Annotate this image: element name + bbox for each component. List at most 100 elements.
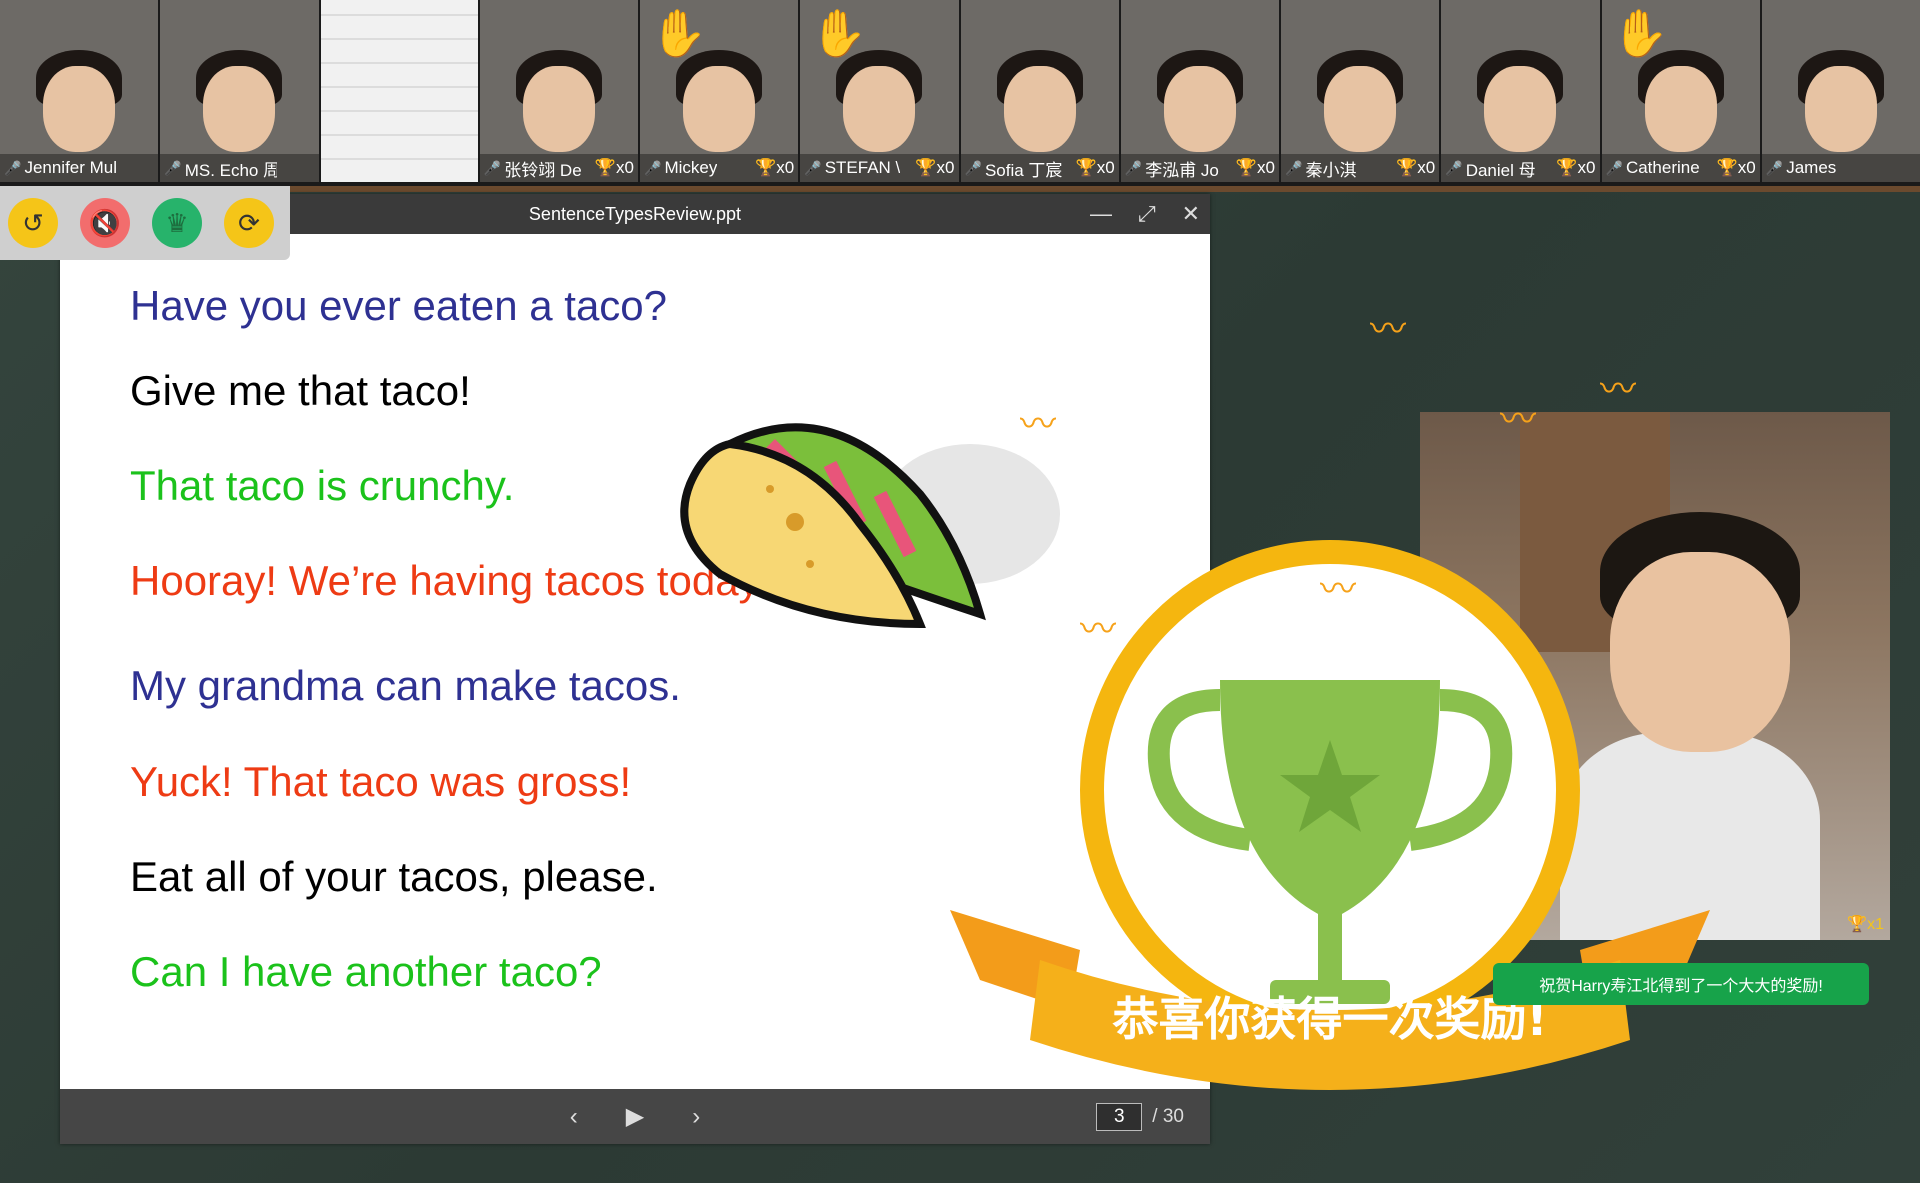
participant-nameplate: 🎤 李泓甫 Jo 🏆 x0 xyxy=(1120,154,1280,182)
participant-strip: 🎤Jennifer Mulert🎤MS. Echo 周世🎤张铃翊 De🏆x0✋🎤… xyxy=(0,0,1920,186)
participant-nameplate: 🎤 Catherine 🏆 x0 xyxy=(1601,154,1760,182)
participant-nameplate: 🎤 Sofia 丁宸 🏆 x0 xyxy=(960,154,1119,182)
slide-canvas: Have you ever eaten a taco? Give me that… xyxy=(60,234,1210,1089)
participant-nameplate: 🎤 Mickey 🏆 x0 xyxy=(640,154,799,182)
participant-nameplate: 🎤 James xyxy=(1761,154,1920,182)
participant-tile-empty xyxy=(320,0,478,182)
confetti: 〰 xyxy=(1600,368,1637,409)
slide-line: Eat all of your tacos, please. xyxy=(130,853,658,900)
participant-face xyxy=(43,66,116,152)
mute-all-icon[interactable]: 🔇 xyxy=(80,198,130,248)
page-number-input[interactable]: 3 xyxy=(1096,1102,1143,1131)
trophy-icon: 🏆 xyxy=(755,158,777,177)
raised-hand-icon: ✋ xyxy=(1611,7,1669,59)
next-slide-button[interactable]: › xyxy=(692,1103,700,1131)
participant-face xyxy=(203,66,276,152)
close-button[interactable]: ✕ xyxy=(1182,201,1200,227)
participant-tile[interactable]: ✋ 🎤 Catherine 🏆 x0 xyxy=(1601,0,1760,182)
trophy-icon: 🏆 xyxy=(594,158,617,177)
page-total: / 30 xyxy=(1152,1105,1184,1127)
participant-tile[interactable]: ✋ 🎤 STEFAN \ 🏆 x0 xyxy=(800,0,959,182)
mic-icon: 🎤 xyxy=(1124,159,1143,176)
mic-icon: 🎤 xyxy=(4,159,22,176)
mic-icon: 🎤 xyxy=(1605,159,1623,176)
participant-tile[interactable]: 🎤 Daniel 母 🏆 x0 xyxy=(1441,0,1600,182)
participant-nameplate: 🎤 秦小淇 🏆 x0 xyxy=(1281,154,1440,182)
participant-name: James xyxy=(1786,158,1837,177)
mic-icon: 🎤 xyxy=(1285,159,1303,176)
trophy-count: x0 xyxy=(1257,158,1276,177)
slide-line: My grandma can make tacos. xyxy=(130,662,681,709)
participant-name: 秦小淇 xyxy=(1305,160,1357,180)
mic-icon: 🎤 xyxy=(483,159,502,176)
student-video: 🏆x1 xyxy=(1420,412,1890,940)
slide-line: Give me that taco! xyxy=(130,367,471,414)
confetti: 〰 xyxy=(1370,308,1407,349)
trophy-icon: 🏆 xyxy=(1716,158,1738,177)
taco-illustration xyxy=(680,423,1060,629)
confetti: 〰 xyxy=(1080,608,1117,649)
mic-icon: 🎤 xyxy=(164,159,182,176)
mic-icon: 🎤 xyxy=(1445,159,1463,176)
participant-tile[interactable]: 🎤 James xyxy=(1761,0,1920,182)
minimize-button[interactable]: — xyxy=(1090,201,1112,227)
sync-icon[interactable]: ⟳ xyxy=(224,198,274,248)
trophy-count: x0 xyxy=(616,158,635,177)
raised-hand-icon: ✋ xyxy=(810,7,868,59)
slide-line: Yuck! That taco was gross! xyxy=(130,758,632,805)
student-face xyxy=(1610,552,1790,752)
mic-icon: 🎤 xyxy=(644,159,662,176)
trophy-count: x0 xyxy=(936,158,955,177)
participant-tile[interactable]: 🎤 秦小淇 🏆 x0 xyxy=(1281,0,1440,182)
trophy-icon: 🏆 xyxy=(1396,158,1418,177)
window-title: SentenceTypesReview.ppt xyxy=(528,203,742,224)
participant-nameplate: 🎤Jennifer Mulert xyxy=(0,154,159,182)
prev-slide-button[interactable]: ‹ xyxy=(570,1103,578,1131)
slide-line: That taco is crunchy. xyxy=(130,462,515,509)
participant-face xyxy=(1324,66,1397,152)
reward-toast: 祝贺Harry寿江北得到了一个大大的奖励! xyxy=(1493,963,1869,1005)
participant-tile[interactable]: ✋ 🎤 Mickey 🏆 x0 xyxy=(640,0,799,182)
mic-icon: 🎤 xyxy=(804,159,822,176)
participant-name: Daniel 母 xyxy=(1465,160,1536,180)
reset-icon[interactable]: ↺ xyxy=(8,198,58,248)
participant-nameplate: 🎤 Daniel 母 🏆 x0 xyxy=(1441,154,1600,182)
trophy-count: x0 xyxy=(776,158,795,177)
confetti: 〰 xyxy=(1320,568,1357,609)
student-trophy-count: 🏆x1 xyxy=(1847,916,1884,933)
participant-nameplate: 🎤 张铃翊 De 🏆 x0 xyxy=(479,154,639,182)
participant-tile[interactable]: 🎤 张铃翊 De 🏆 x0 xyxy=(479,0,639,182)
participant-name: Catherine xyxy=(1625,158,1700,177)
participant-face xyxy=(1644,66,1717,152)
mic-icon: 🎤 xyxy=(964,159,982,176)
participant-tile[interactable]: 🎤 李泓甫 Jo 🏆 x0 xyxy=(1120,0,1280,182)
raised-hand-icon: ✋ xyxy=(650,7,708,59)
student-body xyxy=(1560,732,1820,940)
confetti: 〰 xyxy=(1020,403,1057,444)
participant-face xyxy=(1003,66,1076,152)
maximize-button[interactable]: ⤢ xyxy=(1138,201,1156,227)
participant-tile[interactable]: 🎤 Sofia 丁宸 🏆 x0 xyxy=(960,0,1119,182)
participant-name: MS. Echo 周世 xyxy=(184,160,277,180)
trophy-count: x0 xyxy=(1417,158,1436,177)
participant-face xyxy=(1484,66,1557,152)
participant-face xyxy=(522,66,595,152)
mic-icon: 🎤 xyxy=(1765,159,1784,176)
trophy-icon: 🏆 xyxy=(915,158,937,177)
slide-line: Have you ever eaten a taco? xyxy=(130,282,668,329)
trophy-icon: 🏆 xyxy=(1075,158,1097,177)
slide-pager: ‹ ▶ › 3 / 30 xyxy=(60,1089,1210,1144)
slide-line: Can I have another taco? xyxy=(130,948,602,995)
crown-icon[interactable]: ♛ xyxy=(152,198,202,248)
trophy-icon: 🏆 xyxy=(1235,158,1258,177)
participant-name: Sofia 丁宸 xyxy=(984,160,1063,180)
confetti: 〰 xyxy=(1500,398,1537,439)
participant-name: 张铃翊 De xyxy=(504,160,582,180)
presentation-window: SentenceTypesReview.ppt — ⤢ ✕ Have you e… xyxy=(60,194,1210,1144)
participant-tile[interactable]: 🎤Jennifer Mulert xyxy=(0,0,159,182)
play-button[interactable]: ▶ xyxy=(626,1102,644,1131)
trophy-count: x0 xyxy=(1096,158,1115,177)
trophy-count: x0 xyxy=(1577,158,1596,177)
participant-tile[interactable]: 🎤MS. Echo 周世 xyxy=(160,0,319,182)
participant-name: STEFAN \ xyxy=(824,158,901,177)
